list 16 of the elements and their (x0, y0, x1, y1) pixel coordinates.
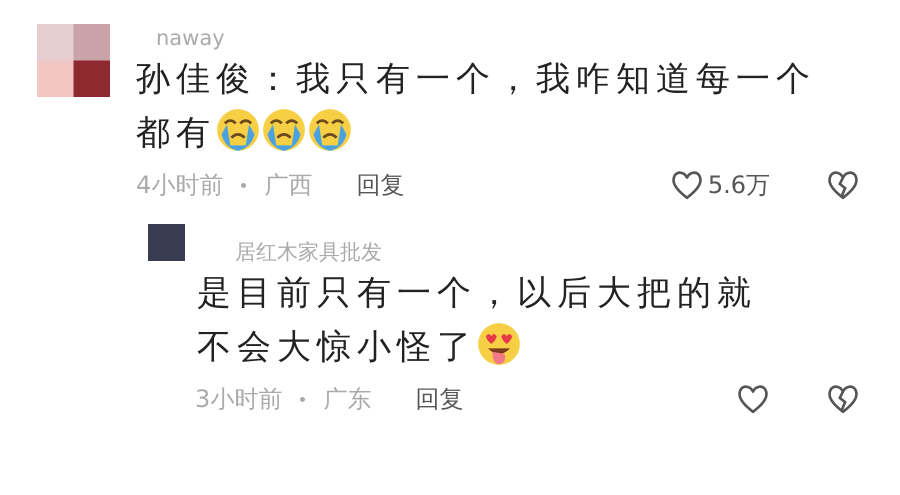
username: 居红木家具批发 (235, 239, 383, 266)
crying-face-icon (216, 108, 260, 152)
crying-face-icon (308, 108, 352, 152)
reply-link[interactable]: 回复 (356, 169, 404, 201)
avatar (148, 224, 185, 261)
username: naway (155, 25, 226, 52)
like-button[interactable]: 5.6万 (670, 168, 770, 202)
timestamp: 3小时前 (195, 384, 282, 415)
location: 广东 (323, 384, 372, 415)
comment-text: 是目前只有一个，以后大把的就不会大惊小怪了 (197, 272, 758, 369)
timestamp: 4小时前 (136, 170, 224, 201)
crying-face-icon (262, 108, 306, 152)
heart-eyes-face-icon (477, 322, 521, 366)
comment-text: 孙佳俊：我只有一个，我咋知道每一个都有 (136, 58, 817, 155)
reply-link[interactable]: 回复 (415, 383, 464, 415)
location: 广西 (264, 170, 312, 201)
